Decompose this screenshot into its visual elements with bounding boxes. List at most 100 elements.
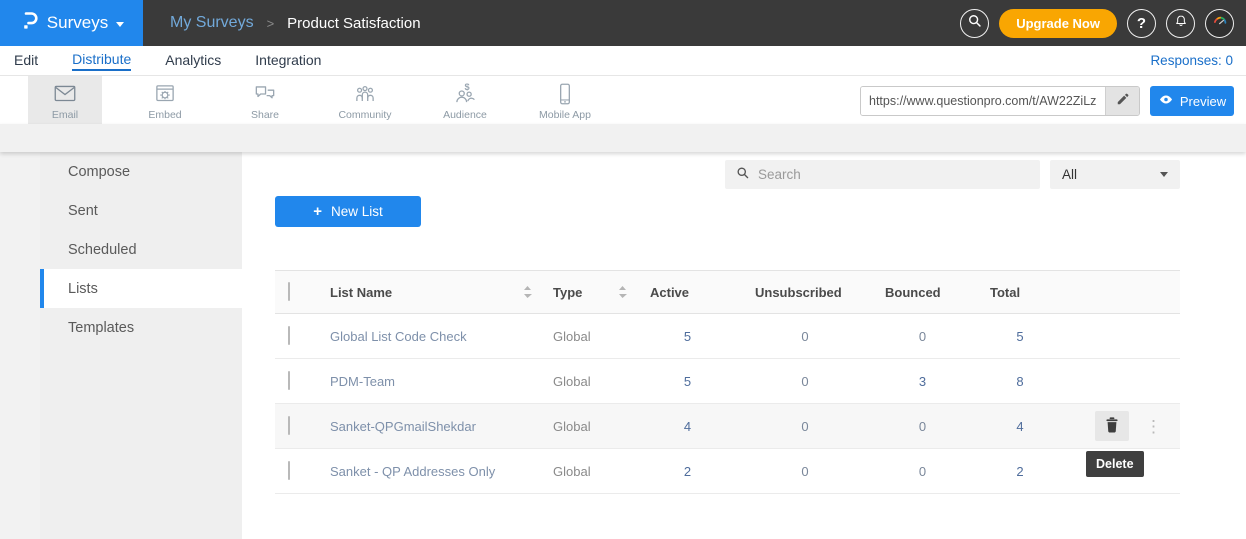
sidebar-item-lists[interactable]: Lists bbox=[40, 269, 242, 308]
column-active: Active bbox=[635, 285, 740, 300]
active-count[interactable]: 5 bbox=[635, 329, 740, 344]
trash-icon bbox=[1104, 416, 1120, 437]
list-type: Global bbox=[540, 329, 635, 344]
column-unsubscribed: Unsubscribed bbox=[740, 285, 870, 300]
channel-label: Community bbox=[338, 109, 391, 121]
list-type: Global bbox=[540, 464, 635, 479]
new-list-label: New List bbox=[331, 204, 383, 219]
bounced-count[interactable]: 0 bbox=[870, 329, 975, 344]
table-row: PDM-Team Global 5 0 3 8 bbox=[275, 359, 1180, 404]
email-sidebar: Compose Sent Scheduled Lists Templates bbox=[40, 152, 242, 539]
app: Surveys My Surveys > Product Satisfactio… bbox=[0, 0, 1246, 539]
channel-label: Embed bbox=[148, 109, 181, 121]
filter-value: All bbox=[1062, 167, 1160, 182]
total-count[interactable]: 5 bbox=[975, 329, 1065, 344]
bounced-count[interactable]: 0 bbox=[870, 464, 975, 479]
table-row: Sanket - QP Addresses Only Global 2 0 0 … bbox=[275, 449, 1180, 494]
channel-label: Audience bbox=[443, 109, 487, 121]
lists-table: List Name Type Active Unsubscribed Bounc… bbox=[275, 270, 1180, 494]
select-all-checkbox[interactable] bbox=[288, 282, 290, 301]
sort-icon[interactable] bbox=[618, 285, 627, 299]
sidebar-item-scheduled[interactable]: Scheduled bbox=[40, 230, 242, 269]
bounced-count[interactable]: 3 bbox=[870, 374, 975, 389]
product-label: Surveys bbox=[47, 13, 108, 33]
channel-email[interactable]: Email bbox=[28, 76, 102, 124]
chevron-down-icon bbox=[116, 22, 124, 27]
breadcrumb-current-survey: Product Satisfaction bbox=[287, 15, 420, 32]
delete-list-button[interactable] bbox=[1095, 411, 1129, 441]
edit-url-button[interactable] bbox=[1105, 87, 1139, 115]
channel-label: Mobile App bbox=[539, 109, 591, 121]
new-list-button[interactable]: + New List bbox=[275, 196, 421, 227]
list-type: Global bbox=[540, 419, 635, 434]
search-icon bbox=[966, 12, 983, 34]
unsubscribed-count[interactable]: 0 bbox=[740, 464, 870, 479]
responses-count[interactable]: Responses: 0 bbox=[1150, 53, 1233, 68]
row-checkbox[interactable] bbox=[288, 416, 290, 435]
bell-icon bbox=[1173, 13, 1189, 34]
lists-panel: All + New List List Name bbox=[242, 152, 1246, 539]
pencil-icon bbox=[1116, 92, 1130, 111]
sidebar-item-templates[interactable]: Templates bbox=[40, 308, 242, 347]
tab-analytics[interactable]: Analytics bbox=[165, 52, 221, 70]
search-box bbox=[725, 160, 1040, 189]
upgrade-now-button[interactable]: Upgrade Now bbox=[999, 9, 1117, 38]
active-count[interactable]: 2 bbox=[635, 464, 740, 479]
channel-mobile-app[interactable]: Mobile App bbox=[528, 76, 602, 124]
tab-distribute[interactable]: Distribute bbox=[72, 51, 131, 71]
list-name-link[interactable]: PDM-Team bbox=[317, 374, 540, 389]
total-count[interactable]: 2 bbox=[975, 464, 1065, 479]
active-count[interactable]: 5 bbox=[635, 374, 740, 389]
row-checkbox[interactable] bbox=[288, 371, 290, 390]
unsubscribed-count[interactable]: 0 bbox=[740, 419, 870, 434]
channel-share[interactable]: Share bbox=[228, 76, 302, 124]
chevron-down-icon bbox=[1160, 172, 1168, 177]
channel-embed[interactable]: Embed bbox=[128, 76, 202, 124]
notifications-button[interactable] bbox=[1166, 9, 1195, 38]
search-input[interactable] bbox=[758, 167, 1030, 182]
breadcrumb-my-surveys[interactable]: My Surveys bbox=[170, 14, 254, 32]
sidebar-item-compose[interactable]: Compose bbox=[40, 152, 242, 191]
share-icon bbox=[252, 81, 278, 107]
row-checkbox[interactable] bbox=[288, 461, 290, 480]
channel-label: Share bbox=[251, 109, 279, 121]
search-button[interactable] bbox=[960, 9, 989, 38]
row-menu-button[interactable]: ⋮ bbox=[1145, 418, 1162, 435]
list-type-filter[interactable]: All bbox=[1050, 160, 1180, 189]
audience-icon: $ bbox=[452, 81, 478, 107]
account-score-button[interactable] bbox=[1205, 9, 1234, 38]
sidebar-item-sent[interactable]: Sent bbox=[40, 191, 242, 230]
channel-label: Email bbox=[52, 109, 78, 121]
email-icon bbox=[52, 81, 78, 107]
breadcrumb: My Surveys > Product Satisfaction bbox=[170, 14, 421, 32]
product-switcher[interactable]: Surveys bbox=[0, 0, 143, 46]
channel-community[interactable]: Community bbox=[328, 76, 402, 124]
list-name-link[interactable]: Global List Code Check bbox=[317, 329, 540, 344]
preview-button[interactable]: Preview bbox=[1150, 86, 1234, 116]
unsubscribed-count[interactable]: 0 bbox=[740, 329, 870, 344]
topbar: Surveys My Surveys > Product Satisfactio… bbox=[0, 0, 1246, 46]
header-shadow-strip bbox=[0, 124, 1246, 152]
list-name-link[interactable]: Sanket-QPGmailShekdar bbox=[317, 419, 540, 434]
total-count[interactable]: 4 bbox=[975, 419, 1065, 434]
bounced-count[interactable]: 0 bbox=[870, 419, 975, 434]
distribute-channel-bar: Email Embed Share bbox=[0, 75, 1246, 124]
search-icon bbox=[735, 165, 750, 185]
tab-edit[interactable]: Edit bbox=[14, 52, 38, 70]
survey-url-input[interactable] bbox=[861, 87, 1105, 115]
tab-integration[interactable]: Integration bbox=[255, 52, 321, 70]
sort-icon[interactable] bbox=[523, 285, 532, 299]
gauge-icon bbox=[1211, 12, 1229, 35]
plus-icon: + bbox=[313, 203, 322, 220]
list-name-link[interactable]: Sanket - QP Addresses Only bbox=[317, 464, 540, 479]
channel-audience[interactable]: $ Audience bbox=[428, 76, 502, 124]
svg-text:$: $ bbox=[464, 82, 469, 92]
total-count[interactable]: 8 bbox=[975, 374, 1065, 389]
survey-url-field bbox=[860, 86, 1140, 116]
breadcrumb-separator: > bbox=[267, 16, 275, 31]
help-button[interactable]: ? bbox=[1127, 9, 1156, 38]
unsubscribed-count[interactable]: 0 bbox=[740, 374, 870, 389]
column-total: Total bbox=[975, 285, 1065, 300]
active-count[interactable]: 4 bbox=[635, 419, 740, 434]
row-checkbox[interactable] bbox=[288, 326, 290, 345]
